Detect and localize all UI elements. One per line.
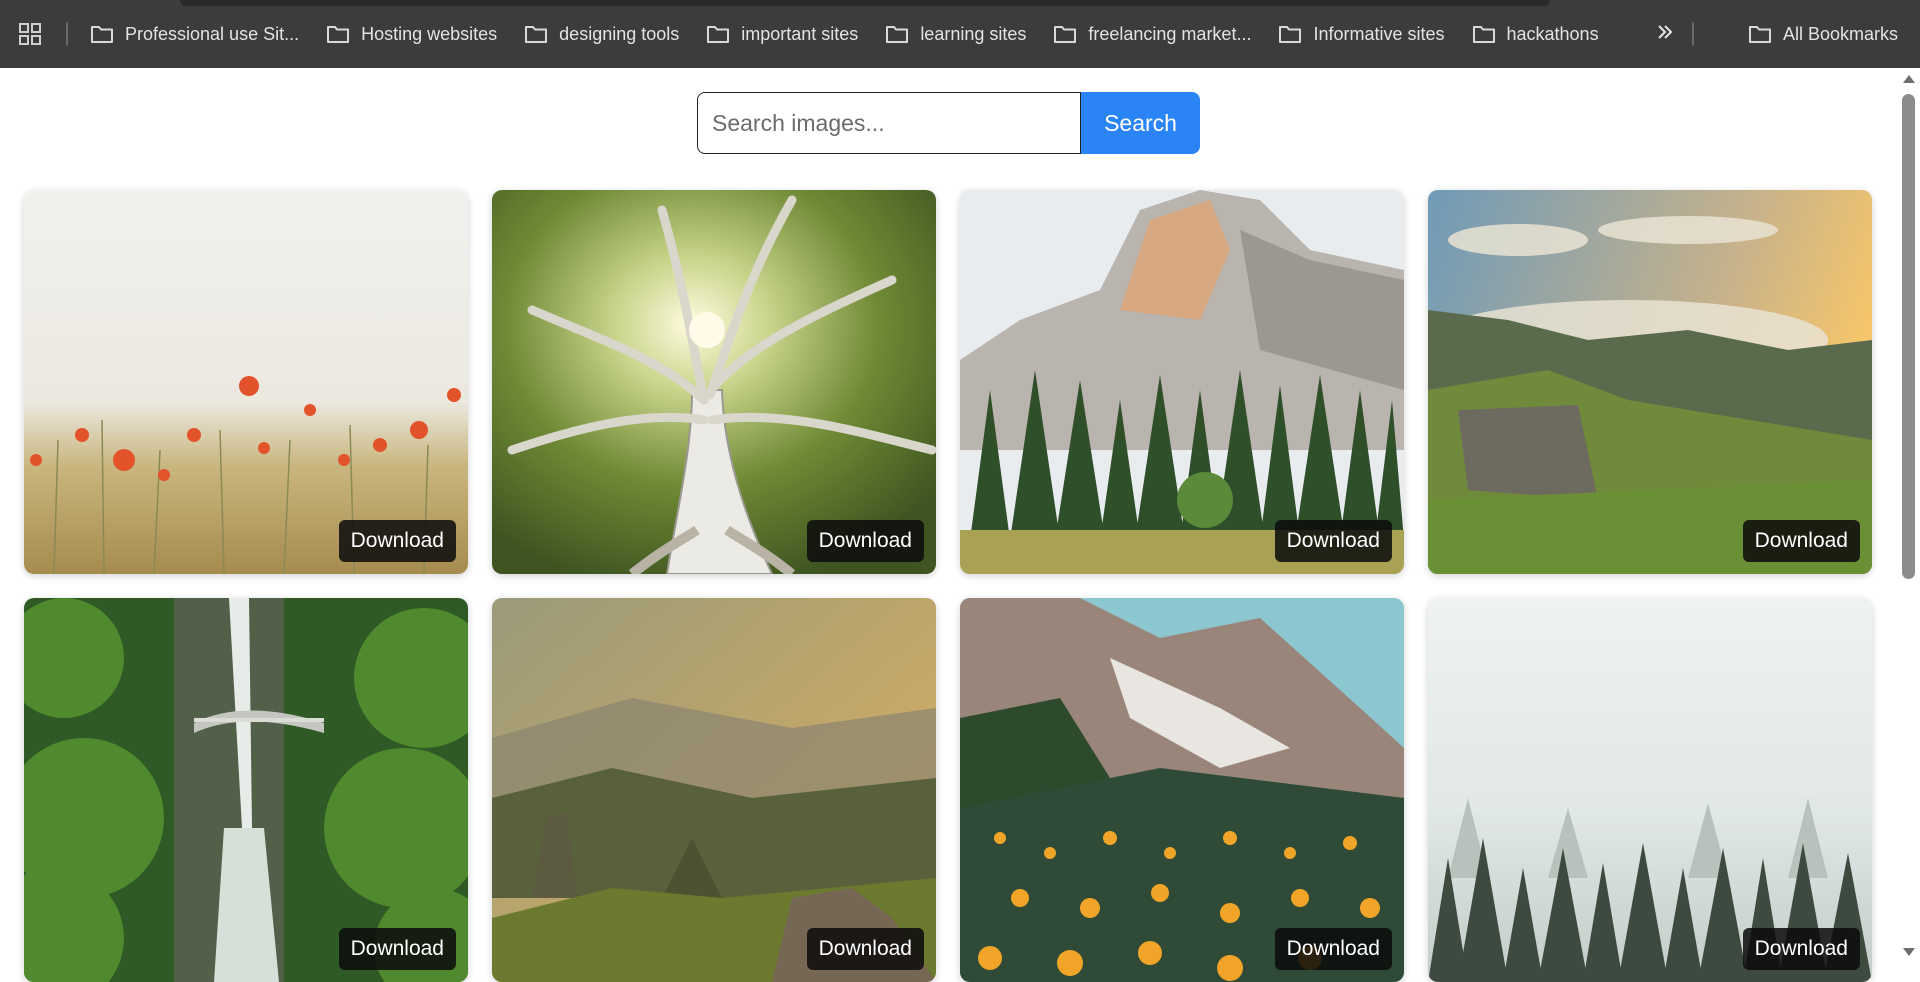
search-button[interactable]: Search bbox=[1081, 92, 1200, 154]
apps-grid-icon[interactable] bbox=[16, 20, 44, 48]
bookmark-folder[interactable]: hackathons bbox=[1472, 14, 1599, 54]
bookmark-folder-label: freelancing market... bbox=[1088, 23, 1252, 44]
bookmark-folder-label: hackathons bbox=[1506, 23, 1599, 44]
image-card: Download bbox=[960, 598, 1404, 982]
image-card: Download bbox=[492, 190, 936, 574]
large-tree-image bbox=[492, 190, 936, 574]
download-button[interactable]: Download bbox=[338, 520, 456, 562]
folder-icon bbox=[1472, 26, 1495, 43]
search-bar: Search bbox=[697, 92, 1200, 154]
folder-icon bbox=[1748, 26, 1771, 43]
poppy-field-image bbox=[24, 190, 468, 574]
bookmark-folder[interactable]: freelancing market... bbox=[1053, 14, 1251, 54]
bookmarks-bar: Professional use Sit... Hosting websites… bbox=[0, 0, 1920, 68]
bookmark-folder[interactable]: designing tools bbox=[524, 14, 679, 54]
bookmark-folder-label: important sites bbox=[741, 23, 859, 44]
golden-hills-rocks-image bbox=[492, 598, 936, 982]
folder-icon bbox=[525, 26, 548, 43]
bookmark-folder[interactable]: Hosting websites bbox=[326, 14, 497, 54]
tab-strip-edge bbox=[180, 0, 1550, 6]
all-bookmarks-label: All Bookmarks bbox=[1782, 23, 1898, 44]
download-button[interactable]: Download bbox=[1742, 520, 1860, 562]
bookmark-folder-label: Informative sites bbox=[1313, 23, 1445, 44]
bookmark-folder-label: Professional use Sit... bbox=[125, 23, 300, 44]
scroll-up-arrow-icon[interactable] bbox=[1903, 75, 1915, 83]
folder-icon bbox=[707, 26, 730, 43]
folder-icon bbox=[886, 26, 909, 43]
waterfall-bridge-image bbox=[24, 598, 468, 982]
misty-green-valley-image bbox=[1428, 190, 1872, 574]
image-card: Download bbox=[24, 190, 468, 574]
download-button[interactable]: Download bbox=[1274, 520, 1392, 562]
page-scrollbar[interactable] bbox=[1898, 68, 1920, 964]
alpine-flower-meadow-image bbox=[960, 598, 1404, 982]
granite-mountain-forest-image bbox=[960, 190, 1404, 574]
bookmark-folder[interactable]: learning sites bbox=[885, 14, 1026, 54]
bookmarks-divider bbox=[1691, 22, 1694, 46]
bookmarks-divider bbox=[66, 22, 68, 46]
folder-icon bbox=[91, 26, 113, 43]
bookmark-folder-label: designing tools bbox=[559, 23, 680, 44]
folder-icon bbox=[327, 26, 350, 43]
foggy-pine-forest-image bbox=[1428, 598, 1872, 982]
image-card: Download bbox=[960, 190, 1404, 574]
search-input[interactable] bbox=[697, 92, 1081, 154]
bookmark-folder[interactable]: Informative sites bbox=[1278, 14, 1445, 54]
bookmark-folder[interactable]: important sites bbox=[706, 14, 858, 54]
scrollbar-thumb[interactable] bbox=[1902, 94, 1915, 579]
folder-icon bbox=[1279, 26, 1302, 43]
image-card: Download bbox=[1428, 598, 1872, 982]
image-card: Download bbox=[492, 598, 936, 982]
folder-icon bbox=[1054, 26, 1077, 43]
bookmark-folder-label: learning sites bbox=[920, 23, 1027, 44]
image-card: Download bbox=[24, 598, 468, 982]
bookmark-folder-label: Hosting websites bbox=[361, 23, 498, 44]
double-chevron-right-icon[interactable] bbox=[1656, 21, 1674, 47]
download-button[interactable]: Download bbox=[806, 520, 924, 562]
bookmark-folder[interactable]: Professional use Sit... bbox=[90, 14, 299, 54]
scroll-down-arrow-icon[interactable] bbox=[1903, 948, 1915, 956]
image-card: Download bbox=[1428, 190, 1872, 574]
all-bookmarks-button[interactable]: All Bookmarks bbox=[1748, 14, 1898, 54]
